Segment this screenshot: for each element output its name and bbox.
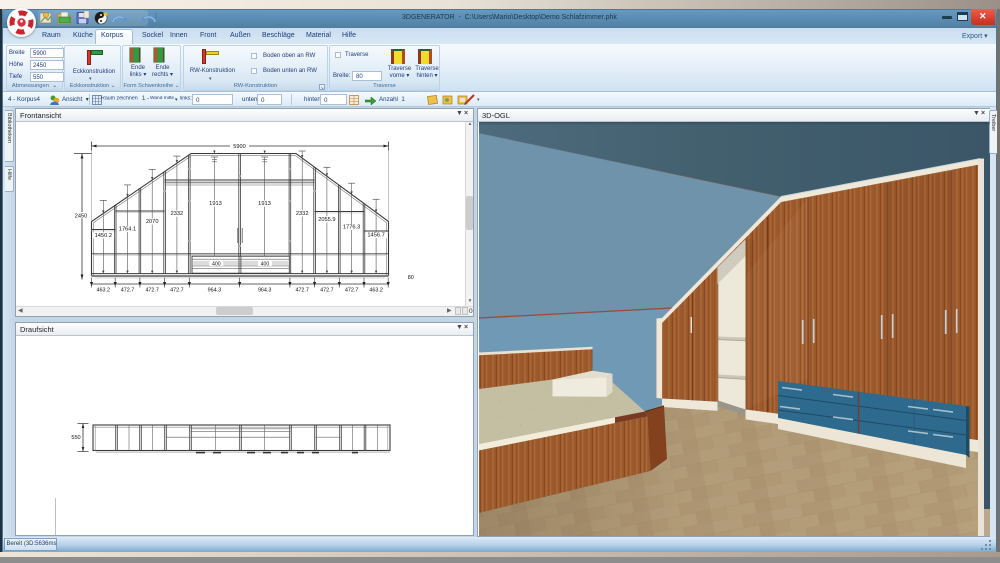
svg-text:472.7: 472.7 xyxy=(170,288,184,294)
svg-text:1456.7: 1456.7 xyxy=(367,233,384,239)
svg-text:463.2: 463.2 xyxy=(97,288,111,294)
svg-text:2332: 2332 xyxy=(296,211,309,217)
svg-text:472.7: 472.7 xyxy=(295,288,309,294)
svg-text:5900: 5900 xyxy=(233,144,245,150)
svg-text:1913: 1913 xyxy=(209,201,222,207)
svg-text:472.7: 472.7 xyxy=(320,288,334,294)
svg-text:1764.1: 1764.1 xyxy=(119,227,136,233)
svg-text:2070: 2070 xyxy=(146,219,159,225)
svg-text:400: 400 xyxy=(261,261,270,267)
svg-text:463.2: 463.2 xyxy=(369,288,383,294)
svg-text:400: 400 xyxy=(212,261,221,267)
svg-text:1450.2: 1450.2 xyxy=(95,233,112,239)
svg-text:964.3: 964.3 xyxy=(208,288,222,294)
svg-text:472.7: 472.7 xyxy=(121,288,135,294)
svg-text:2332: 2332 xyxy=(171,211,184,217)
svg-text:472.7: 472.7 xyxy=(145,288,159,294)
svg-text:472.7: 472.7 xyxy=(345,288,359,294)
svg-text:964.3: 964.3 xyxy=(258,288,272,294)
svg-text:2450: 2450 xyxy=(75,213,87,219)
svg-text:550: 550 xyxy=(71,435,80,441)
svg-text:⋮: ⋮ xyxy=(153,13,159,19)
svg-text:1776.3: 1776.3 xyxy=(343,225,360,231)
svg-text:2055.9: 2055.9 xyxy=(318,217,335,223)
svg-text:80: 80 xyxy=(408,275,414,281)
svg-text:1913: 1913 xyxy=(258,201,271,207)
